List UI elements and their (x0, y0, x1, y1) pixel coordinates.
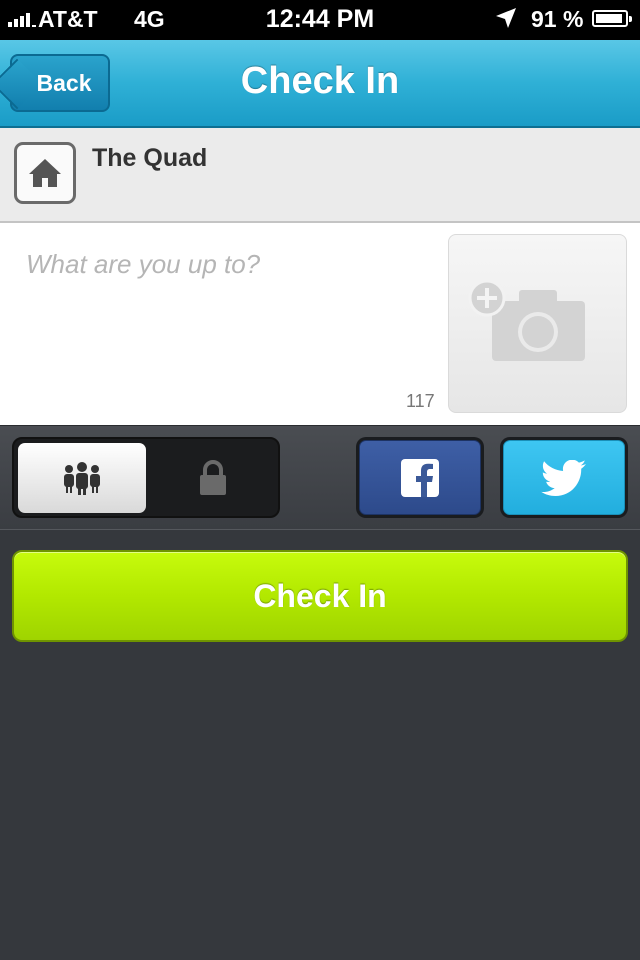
share-facebook-button[interactable] (356, 437, 484, 518)
page-title: Check In (240, 60, 400, 102)
back-button-label: Back (36, 69, 92, 96)
add-photo-icon (468, 279, 585, 361)
share-toolbar (0, 425, 640, 530)
char-count: 117 (406, 391, 435, 411)
check-in-button[interactable]: Check In (12, 550, 628, 642)
home-icon (14, 142, 76, 204)
battery-percent: 91 % (531, 6, 584, 32)
status-bar: AT&T 4G 12:44 PM 91 % (0, 0, 640, 40)
battery-icon (592, 10, 632, 27)
venue-name: The Quad (92, 144, 208, 172)
public-toggle-button[interactable] (18, 443, 146, 513)
venue-row: The Quad (0, 128, 640, 223)
twitter-icon (541, 459, 586, 496)
private-toggle-button[interactable] (150, 443, 276, 513)
nav-bar: Back Check In (0, 40, 640, 128)
lock-icon (200, 460, 226, 495)
facebook-icon (401, 458, 439, 497)
check-in-button-label: Check In (253, 577, 387, 614)
location-arrow-icon (495, 7, 517, 35)
people-icon (64, 462, 100, 495)
compose-area: What are you up to? 117 (0, 223, 640, 425)
shout-input[interactable]: What are you up to? (26, 249, 426, 280)
add-photo-button[interactable] (448, 234, 627, 413)
privacy-toggle (12, 437, 280, 518)
share-twitter-button[interactable] (500, 437, 628, 518)
